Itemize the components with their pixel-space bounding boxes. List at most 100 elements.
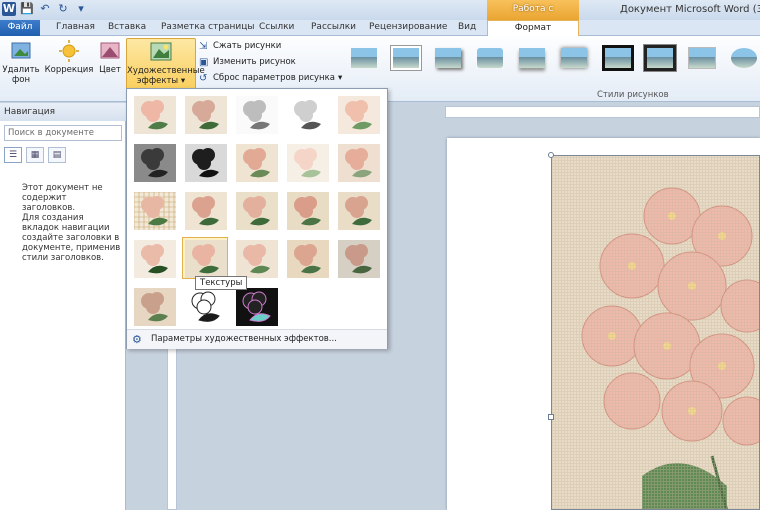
nav-instructions-text: Для создания вкладок навигации создайте … — [22, 213, 121, 263]
artistic-effects-options-button[interactable]: ⚙ Параметры художественных эффектов... — [127, 329, 387, 349]
compress-icon: ⇲ — [199, 41, 208, 52]
picture-style-10[interactable] — [727, 44, 760, 72]
picture-style-8[interactable] — [643, 44, 677, 72]
document-search-input[interactable]: Поиск в документе — [4, 125, 122, 141]
artistic-effect-3[interactable] — [233, 93, 279, 135]
color-label: Цвет — [99, 65, 121, 75]
effect-preview-5 — [338, 96, 380, 134]
change-picture-button[interactable]: ▣ Изменить рисунок — [199, 56, 296, 69]
tab-format[interactable]: Формат — [487, 20, 579, 37]
artistic-effect-21[interactable] — [131, 285, 177, 327]
tab-file[interactable]: Файл — [0, 20, 40, 36]
tab-results[interactable]: ▤ — [48, 147, 66, 163]
effect-preview-4 — [287, 96, 329, 134]
picture-style-6[interactable] — [557, 44, 591, 72]
effect-preview-3 — [236, 96, 278, 134]
artistic-effect-2[interactable] — [182, 93, 228, 135]
artistic-effect-18[interactable] — [233, 237, 279, 279]
artistic-effect-15[interactable] — [335, 189, 381, 231]
effect-preview-2 — [185, 96, 227, 134]
redo-icon[interactable]: ↻ — [56, 2, 70, 16]
effect-preview-23 — [236, 288, 278, 326]
reset-label: Сброс параметров рисунка — [213, 73, 335, 83]
picture-style-4[interactable] — [473, 44, 507, 72]
artistic-effects-button[interactable]: Художественные эффекты ▾ — [126, 38, 205, 90]
color-icon — [100, 42, 120, 59]
pages-icon: ▦ — [30, 150, 40, 160]
tab-page-layout[interactable]: Разметка страницы — [161, 20, 255, 36]
picture-style-1[interactable] — [347, 44, 381, 72]
quick-access-toolbar: W 💾 ↶ ↻ ▾ — [2, 2, 88, 16]
color-button[interactable]: Цвет — [96, 40, 124, 75]
undo-icon[interactable]: ↶ — [38, 2, 52, 16]
compress-pictures-button[interactable]: ⇲ Сжать рисунки — [199, 40, 281, 53]
effect-preview-18 — [236, 240, 278, 278]
tab-pages[interactable]: ▦ — [26, 147, 44, 163]
tab-mailings[interactable]: Рассылки — [311, 20, 356, 36]
picture-style-2[interactable] — [389, 44, 423, 72]
artistic-effect-23[interactable] — [233, 285, 279, 327]
artistic-effect-16[interactable] — [131, 237, 177, 279]
tab-view[interactable]: Вид — [458, 20, 476, 36]
effect-preview-21 — [134, 288, 176, 326]
tab-headings[interactable]: ☰ — [4, 147, 22, 163]
tab-review[interactable]: Рецензирование — [369, 20, 447, 36]
word-logo-icon[interactable]: W — [2, 2, 16, 16]
artistic-effect-5[interactable] — [335, 93, 381, 135]
chevron-down-icon: ▾ — [180, 76, 186, 86]
remove-background-icon — [11, 42, 31, 59]
artistic-effect-6[interactable] — [131, 141, 177, 183]
effect-preview-10 — [338, 144, 380, 182]
artistic-effects-options-label: Параметры художественных эффектов... — [151, 334, 337, 344]
horizontal-ruler[interactable] — [445, 106, 760, 118]
effect-preview-13 — [236, 192, 278, 230]
artistic-effects-label: Художественные эффекты — [127, 66, 205, 86]
effect-preview-12 — [185, 192, 227, 230]
tab-insert[interactable]: Вставка — [108, 20, 146, 36]
tab-home[interactable]: Главная — [56, 20, 95, 36]
artistic-effect-22[interactable] — [182, 285, 228, 327]
contextual-tab-header: Работа с рисунками — [487, 0, 579, 32]
picture-style-9[interactable] — [685, 44, 719, 72]
navigation-pane: Навигация Поиск в документе ☰ ▦ ▤ Этот д… — [0, 103, 126, 510]
window-title: Документ Microsoft Word (3).docx — [620, 4, 760, 15]
effect-preview-14 — [287, 192, 329, 230]
reset-picture-button[interactable]: ↺ Сброс параметров рисунка ▾ — [199, 72, 342, 85]
change-picture-label: Изменить рисунок — [213, 57, 296, 67]
correction-button[interactable]: Коррекция — [44, 40, 94, 75]
chevron-down-icon: ▾ — [337, 73, 343, 83]
navigation-title: Навигация — [0, 103, 126, 121]
tab-references[interactable]: Ссылки — [259, 20, 294, 36]
artistic-effect-8[interactable] — [233, 141, 279, 183]
picture-style-5[interactable] — [515, 44, 549, 72]
picture-styles-group-label: Стили рисунков — [597, 90, 669, 100]
artistic-effect-10[interactable] — [335, 141, 381, 183]
artistic-effect-7[interactable] — [182, 141, 228, 183]
artistic-effect-13[interactable] — [233, 189, 279, 231]
effect-preview-22 — [185, 288, 227, 326]
artistic-effect-17[interactable] — [182, 237, 228, 279]
resize-handle-left[interactable] — [548, 414, 554, 420]
picture-style-3[interactable] — [431, 44, 465, 72]
artistic-effect-4[interactable] — [284, 93, 330, 135]
effect-preview-8 — [236, 144, 278, 182]
artistic-effect-11[interactable] — [131, 189, 177, 231]
artistic-effect-14[interactable] — [284, 189, 330, 231]
navigation-view-tabs: ☰ ▦ ▤ — [4, 147, 66, 163]
artistic-effects-icon — [150, 42, 172, 61]
chevron-down-icon[interactable]: ▾ — [74, 2, 88, 16]
artistic-effect-12[interactable] — [182, 189, 228, 231]
selected-picture[interactable] — [551, 155, 760, 510]
correction-label: Коррекция — [44, 65, 94, 75]
artistic-effect-20[interactable] — [335, 237, 381, 279]
artistic-effect-1[interactable] — [131, 93, 177, 135]
remove-background-button[interactable]: Удалить фон — [2, 40, 40, 85]
save-icon[interactable]: 💾 — [20, 2, 34, 16]
picture-style-7[interactable] — [601, 44, 635, 72]
nav-no-headings-text: Этот документ не содержит заголовков. — [22, 183, 103, 213]
artistic-effect-19[interactable] — [284, 237, 330, 279]
artistic-effect-9[interactable] — [284, 141, 330, 183]
effect-preview-16 — [134, 240, 176, 278]
resize-handle-top-left[interactable] — [548, 152, 554, 158]
effect-preview-11 — [134, 192, 176, 230]
